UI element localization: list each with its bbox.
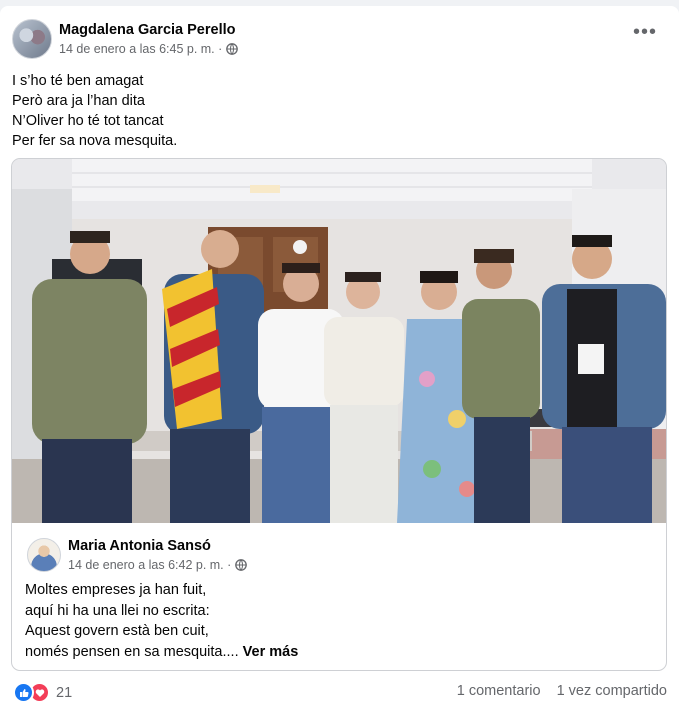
poem-line: N’Oliver ho té tot tancat [12, 113, 164, 129]
author-avatar[interactable] [12, 19, 52, 59]
shared-post-meta: 14 de enero a las 6:42 p. m. · [68, 558, 248, 572]
reactions-summary[interactable]: 21 [13, 682, 72, 703]
post-card: Magdalena Garcia Perello 14 de enero a l… [0, 6, 679, 704]
comments-count-link[interactable]: 1 comentario [457, 683, 541, 699]
shared-post[interactable]: Maria Antonia Sansó 14 de enero a las 6:… [11, 158, 667, 671]
shared-author-avatar[interactable] [27, 538, 61, 572]
globe-icon [226, 43, 239, 55]
shared-line: Moltes empreses ja han fuit, [25, 582, 207, 598]
post-meta: 14 de enero a las 6:45 p. m. · [59, 42, 239, 56]
shares-count-link[interactable]: 1 vez compartido [557, 683, 667, 699]
poem-line: Per fer sa nova mesquita. [12, 133, 178, 149]
post-timestamp[interactable]: 14 de enero a las 6:45 p. m. · [59, 42, 222, 56]
poem-line: I s’ho té ben amagat [12, 73, 144, 89]
see-more-link[interactable]: Ver más [243, 644, 299, 660]
post-text: I s’ho té ben amagat Però ara ja l’han d… [12, 71, 177, 151]
shared-post-timestamp[interactable]: 14 de enero a las 6:42 p. m. · [68, 558, 231, 572]
shared-post-text: Moltes empreses ja han fuit, aquí hi ha … [25, 580, 298, 662]
engagement-stats: 1 comentario 1 vez compartido [457, 683, 667, 699]
shared-line-last: només pensen en sa mesquita.... Ver más [25, 642, 298, 663]
author-name[interactable]: Magdalena Garcia Perello [59, 22, 236, 38]
shared-line: Aquest govern està ben cuit, [25, 623, 209, 639]
globe-icon [235, 559, 248, 571]
poem-line: Però ara ja l’han dita [12, 93, 145, 109]
shared-line: aquí hi ha una llei no escrita: [25, 602, 210, 619]
reaction-count: 21 [56, 684, 73, 701]
like-icon [13, 682, 34, 703]
shared-line: només pensen en sa mesquita.... [25, 643, 239, 660]
shared-author-name[interactable]: Maria Antonia Sansó [68, 538, 211, 554]
more-options-icon[interactable]: ••• [633, 22, 657, 42]
group-photo[interactable] [12, 159, 666, 523]
